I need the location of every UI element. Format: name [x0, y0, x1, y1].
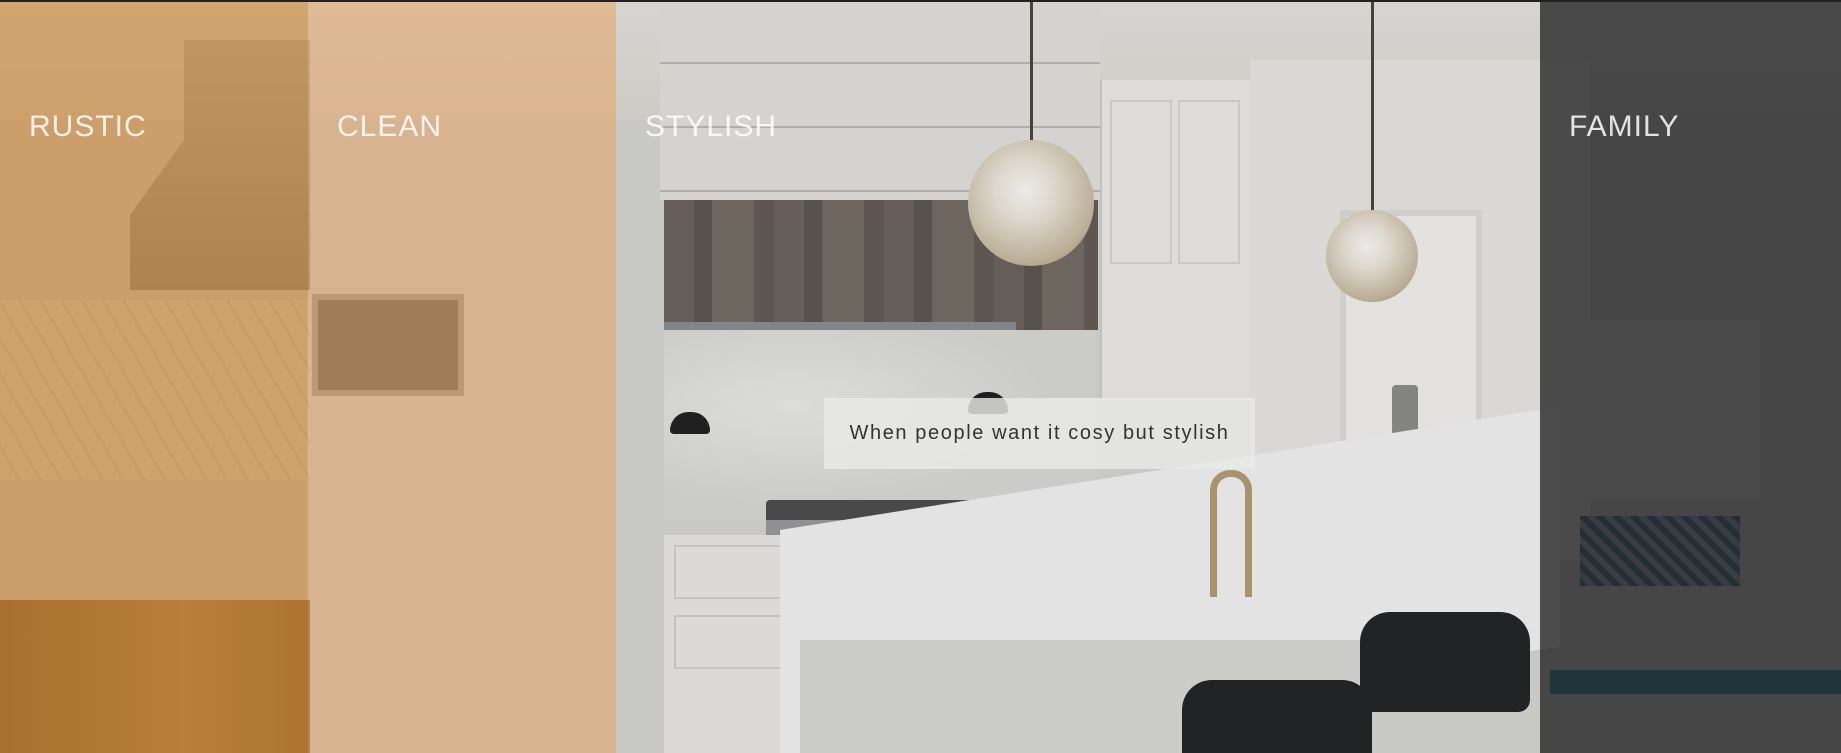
style-panel-stylish[interactable]: STYLISH [616, 0, 1540, 753]
panel-label-family: FAMILY [1569, 110, 1680, 143]
style-panel-clean[interactable]: CLEAN [308, 0, 616, 753]
tagline-caption: When people want it cosy but stylish [824, 398, 1255, 469]
style-panel-rustic[interactable]: RUSTIC [0, 0, 308, 753]
panel-label-rustic: RUSTIC [29, 110, 147, 143]
panel-label-clean: CLEAN [337, 110, 443, 143]
panel-label-stylish: STYLISH [645, 110, 778, 143]
top-divider [0, 0, 1841, 2]
style-panel-family[interactable]: FAMILY [1540, 0, 1841, 753]
tagline-text: When people want it cosy but stylish [849, 422, 1230, 444]
kitchen-style-selector: RUSTIC CLEAN STYLISH FAMILY When people … [0, 0, 1841, 753]
